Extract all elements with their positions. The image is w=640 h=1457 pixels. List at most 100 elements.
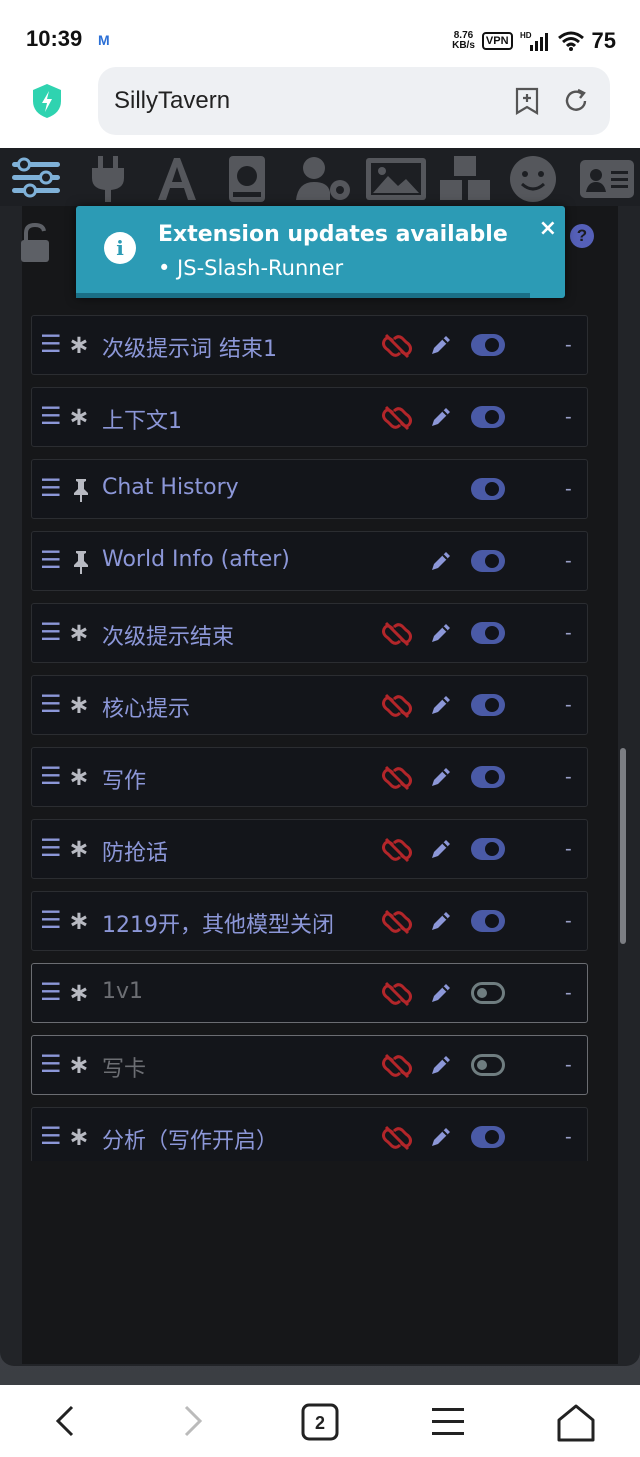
pencil-icon (432, 696, 450, 714)
world-book-icon[interactable] (225, 154, 269, 204)
address-bar[interactable]: SillyTavern (98, 67, 610, 135)
pin-icon (70, 549, 92, 579)
drag-handle-icon[interactable]: ☰ (40, 1050, 62, 1078)
unlink-icon[interactable] (382, 333, 412, 363)
prompt-row[interactable]: ☰ ∗ 次级提示词 结束1 - (31, 315, 588, 375)
edit-icon[interactable] (429, 405, 453, 433)
toggle-switch[interactable] (471, 550, 505, 572)
help-icon[interactable]: ? (570, 224, 594, 248)
prompt-row[interactable]: ☰ ∗ 1v1 - (31, 963, 588, 1023)
unlink-icon[interactable] (382, 621, 412, 651)
prompt-name[interactable]: 分析（写作开启） (102, 1123, 278, 1155)
prompt-name[interactable]: Chat History (102, 475, 239, 500)
lock-icon[interactable] (18, 222, 52, 264)
bookmark-add-icon[interactable] (514, 87, 540, 115)
drag-handle-icon[interactable]: ☰ (40, 546, 62, 574)
toggle-switch[interactable] (471, 838, 505, 860)
shield-icon[interactable] (30, 82, 64, 120)
unlink-icon[interactable] (382, 981, 412, 1011)
prompt-name[interactable]: 次级提示词 结束1 (102, 331, 277, 363)
edit-icon[interactable] (429, 765, 453, 793)
drag-handle-icon[interactable]: ☰ (40, 1122, 62, 1150)
unlink-icon[interactable] (382, 693, 412, 723)
pencil-icon (432, 1056, 450, 1074)
edit-icon[interactable] (429, 549, 453, 577)
sliders-icon[interactable] (10, 154, 62, 202)
unlink-icon[interactable] (382, 1053, 412, 1083)
prompt-name[interactable]: 写卡 (102, 1051, 146, 1083)
edit-icon[interactable] (429, 1125, 453, 1153)
drag-handle-icon[interactable]: ☰ (40, 978, 62, 1006)
back-icon[interactable] (52, 1403, 78, 1439)
unlink-icon[interactable] (382, 765, 412, 795)
edit-icon[interactable] (429, 909, 453, 937)
prompt-row[interactable]: ☰ ∗ 分析（写作开启） - (31, 1107, 588, 1161)
prompt-name[interactable]: 防抢话 (102, 835, 168, 867)
unlink-icon[interactable] (382, 1125, 412, 1155)
home-icon[interactable] (556, 1403, 596, 1443)
drag-handle-icon[interactable]: ☰ (40, 330, 62, 358)
extensions-cubes-icon[interactable] (436, 154, 494, 204)
toggle-switch[interactable] (471, 334, 505, 356)
prompt-name[interactable]: World Info (after) (102, 547, 290, 572)
drag-handle-icon[interactable]: ☰ (40, 402, 62, 430)
toggle-switch[interactable] (471, 910, 505, 932)
unlink-icon[interactable] (382, 405, 412, 435)
toggle-switch[interactable] (471, 406, 505, 428)
prompt-name[interactable]: 写作 (102, 763, 146, 795)
tabs-icon[interactable]: 2 (301, 1403, 339, 1441)
drag-handle-icon[interactable]: ☰ (40, 618, 62, 646)
toggle-switch[interactable] (471, 766, 505, 788)
reload-icon[interactable] (562, 87, 590, 115)
prompt-row[interactable]: ☰ ∗ 1219开，其他模型关闭 - (31, 891, 588, 951)
edit-icon[interactable] (429, 693, 453, 721)
drag-handle-icon[interactable]: ☰ (40, 762, 62, 790)
drag-handle-icon[interactable]: ☰ (40, 834, 62, 862)
toggle-switch[interactable] (471, 622, 505, 644)
toggle-switch[interactable] (471, 982, 505, 1004)
forward-icon[interactable] (180, 1403, 206, 1439)
prompt-name[interactable]: 核心提示 (102, 691, 190, 723)
url-text[interactable]: SillyTavern (114, 87, 230, 115)
prompt-row[interactable]: ☰ World Info (after) - (31, 531, 588, 591)
edit-icon[interactable] (429, 1053, 453, 1081)
extension-update-toast[interactable]: i Extension updates available • JS-Slash… (76, 206, 565, 298)
edit-icon[interactable] (429, 981, 453, 1009)
prompt-row[interactable]: ☰ ∗ 上下文1 - (31, 387, 588, 447)
prompt-row[interactable]: ☰ ∗ 写卡 - (31, 1035, 588, 1095)
smile-icon[interactable] (508, 154, 558, 204)
toggle-switch[interactable] (471, 694, 505, 716)
toggle-switch[interactable] (471, 478, 505, 500)
background-image-icon[interactable] (364, 154, 428, 204)
edit-icon[interactable] (429, 837, 453, 865)
scrollbar[interactable] (620, 748, 626, 944)
drag-handle-icon[interactable]: ☰ (40, 906, 62, 934)
character-card-icon[interactable] (578, 154, 636, 204)
toggle-switch[interactable] (471, 1126, 505, 1148)
user-settings-icon[interactable] (294, 154, 354, 204)
plug-icon[interactable] (86, 154, 130, 204)
prompt-row[interactable]: ☰ ∗ 写作 - (31, 747, 588, 807)
prompt-row[interactable]: ☰ ∗ 核心提示 - (31, 675, 588, 735)
prompt-row[interactable]: ☰ ∗ 次级提示结束 - (31, 603, 588, 663)
unlink-icon[interactable] (382, 837, 412, 867)
prompt-row[interactable]: ☰ ∗ 防抢话 - (31, 819, 588, 879)
drag-handle-icon[interactable]: ☰ (40, 474, 62, 502)
menu-icon[interactable] (430, 1403, 466, 1439)
token-count: - (565, 406, 572, 428)
edit-icon[interactable] (429, 333, 453, 361)
status-time: 10:39 (26, 26, 83, 51)
font-icon[interactable] (154, 154, 200, 204)
prompt-name[interactable]: 次级提示结束 (102, 619, 234, 651)
unlink-icon[interactable] (382, 909, 412, 939)
toggle-switch[interactable] (471, 1054, 505, 1076)
prompt-name[interactable]: 上下文1 (102, 403, 182, 435)
drag-handle-icon[interactable]: ☰ (40, 690, 62, 718)
status-right: 8.76 KB/s VPN HD 75 (452, 26, 616, 56)
prompt-name[interactable]: 1v1 (102, 979, 143, 1004)
edit-icon[interactable] (429, 621, 453, 649)
token-count: - (565, 622, 572, 644)
prompt-row[interactable]: ☰ Chat History - (31, 459, 588, 519)
prompt-name[interactable]: 1219开，其他模型关闭 (102, 907, 334, 939)
toast-close-button[interactable]: × (539, 216, 557, 241)
